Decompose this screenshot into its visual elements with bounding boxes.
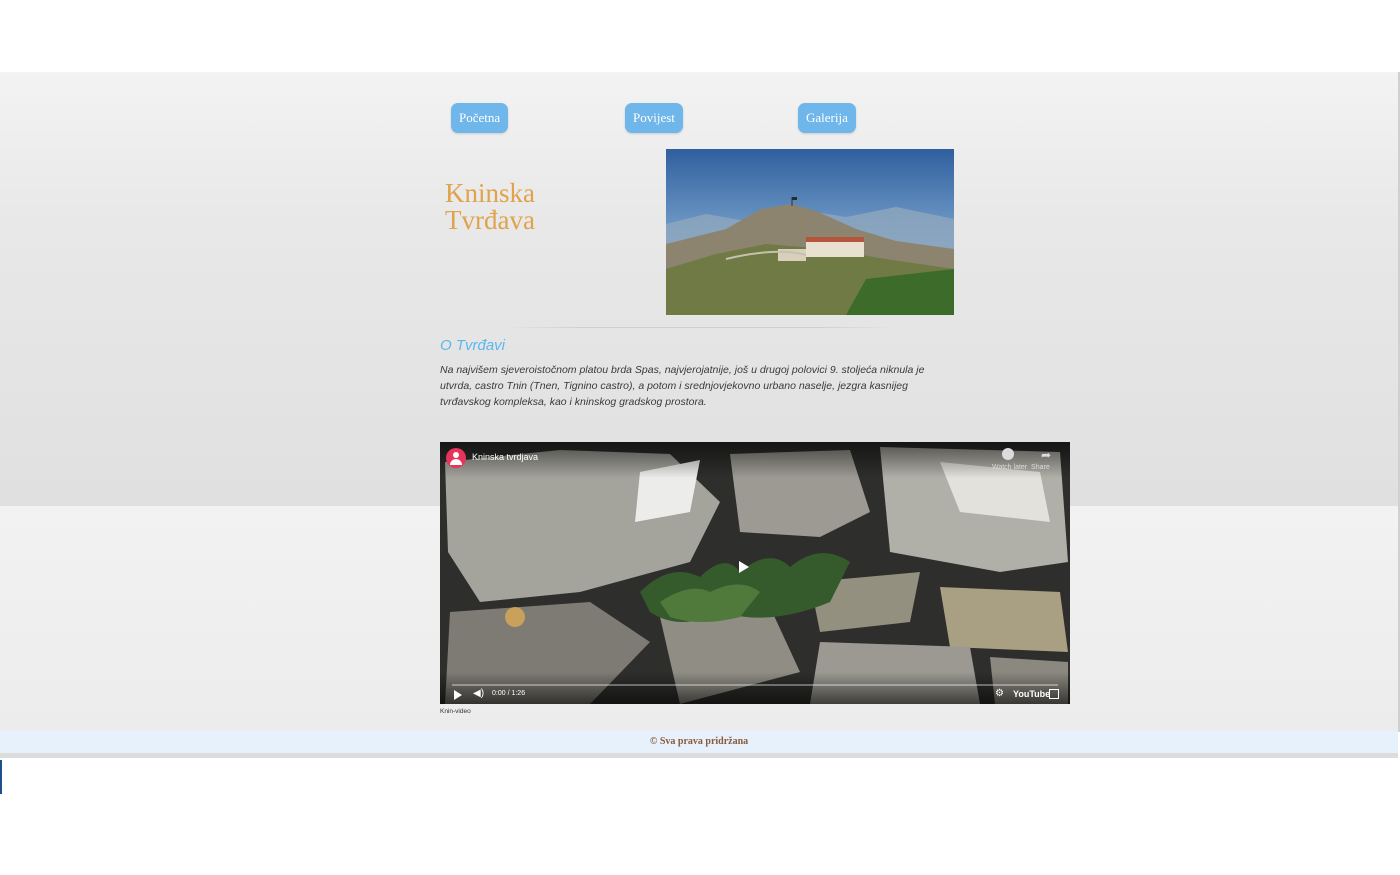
youtube-logo[interactable]: YouTube — [1013, 689, 1050, 699]
play-icon[interactable] — [739, 561, 749, 573]
page-title-line2: Tvrđava — [445, 205, 535, 235]
watch-later-icon[interactable] — [1002, 448, 1014, 460]
divider — [505, 327, 895, 328]
top-bar — [0, 0, 1400, 73]
video-time: 0:00 / 1:26 — [492, 690, 526, 697]
video-player[interactable]: Kninska tvrdjava ➦ Watch later Share ◀) … — [440, 442, 1070, 704]
settings-gear-icon[interactable]: ⚙ — [995, 688, 1004, 699]
video-progress-bar[interactable] — [452, 684, 1058, 686]
footer-copyright: © Sva prava pridržana — [649, 736, 749, 747]
video-title[interactable]: Kninska tvrdjava — [472, 452, 538, 462]
video-thumbnail — [440, 442, 1070, 704]
fullscreen-icon[interactable] — [1049, 689, 1059, 699]
avatar-body-icon — [450, 459, 462, 465]
page-title: Kninska Tvrđava — [445, 180, 535, 234]
video-bottom-overlay — [440, 672, 1070, 704]
share-text: Share — [1031, 464, 1050, 471]
section-paragraph: Na najvišem sjeveroistočnom platou brda … — [440, 364, 925, 408]
channel-avatar[interactable] — [446, 448, 466, 468]
watch-later-text: Watch later — [992, 464, 1028, 471]
volume-icon[interactable]: ◀) — [473, 688, 484, 699]
footer: © Sva prava pridržana — [0, 731, 1398, 758]
page-title-line1: Kninska — [445, 178, 535, 208]
fortress-image — [666, 149, 954, 315]
watch-later-label: Watch later Share — [992, 464, 1050, 471]
avatar-head-icon — [453, 452, 459, 458]
share-icon[interactable]: ➦ — [1041, 448, 1051, 462]
nav-button-povijest[interactable]: Povijest — [625, 103, 683, 133]
nav-button-pocetna[interactable]: Početna — [451, 103, 509, 133]
play-button[interactable] — [454, 690, 462, 700]
nav-button-galerija[interactable]: Galerija — [798, 103, 856, 133]
section-heading: O Tvrđavi — [440, 337, 506, 354]
text-cursor — [0, 760, 2, 794]
video-caption: Knin-video — [440, 708, 471, 715]
